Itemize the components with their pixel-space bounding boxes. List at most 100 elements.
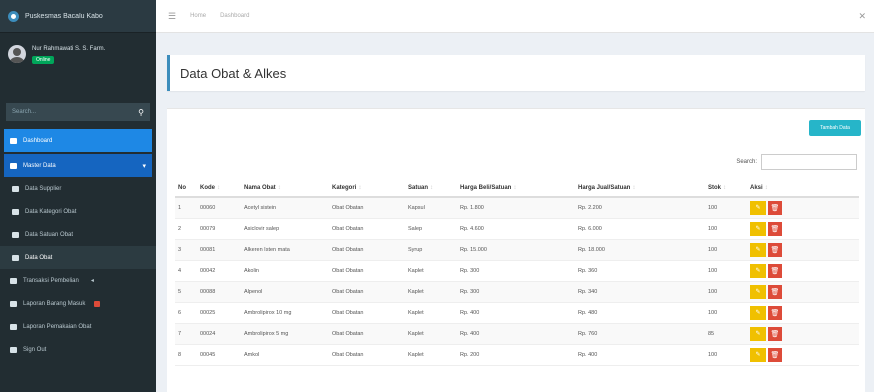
sidebar-search[interactable]: Search... ⚲ (6, 103, 150, 121)
sidebar-item-dashboard[interactable]: Dashboard (4, 129, 152, 152)
sidebar-item-transaksi-pembelian[interactable]: Transaksi Pembelian ◂ (0, 269, 156, 292)
col-header-no[interactable]: No (175, 179, 197, 198)
sort-icon: ↕ (513, 184, 517, 191)
trash-icon: 🗑 (770, 204, 780, 212)
edit-button[interactable]: ✎ (750, 221, 766, 236)
cell-stok: 100 (705, 302, 747, 324)
delete-button[interactable]: 🗑 (768, 242, 782, 257)
search-icon[interactable]: ⚲ (138, 108, 144, 117)
user-panel: Nur Rahmawati S. S. Farm. Online (0, 33, 156, 89)
delete-button[interactable]: 🗑 (768, 347, 782, 362)
delete-button[interactable]: 🗑 (768, 263, 782, 278)
cell-harga-jual: Rp. 2.200 (575, 197, 705, 219)
sort-icon: ↕ (430, 184, 434, 191)
sidebar-item-data-obat[interactable]: Data Obat (0, 246, 156, 269)
delete-button[interactable]: 🗑 (768, 221, 782, 236)
cell-kategori: Obat Obatan (329, 239, 405, 261)
sidebar-item-label: Data Satuan Obat (25, 231, 74, 238)
avatar (8, 45, 26, 63)
cell-harga-jual: Rp. 360 (575, 260, 705, 282)
sidebar-search-input[interactable]: Search... (12, 109, 36, 115)
cell-stok: 100 (705, 281, 747, 303)
edit-icon: ✎ (755, 247, 761, 253)
sidebar-item-master-data[interactable]: Master Data ▾ (4, 154, 152, 177)
app-brand[interactable]: Puskesmas Bacalu Kabo (0, 0, 156, 33)
cell-aksi: ✎ 🗑 (747, 218, 859, 240)
col-header-harga-beli[interactable]: Harga Beli/Satuan ↕ (457, 179, 575, 198)
table-search-input[interactable] (761, 154, 857, 170)
table-row: 2 00079 Asiclovir salep Obat Obatan Salep Rp.… (175, 218, 859, 240)
cell-aksi: ✎ 🗑 (747, 344, 859, 366)
edit-icon: ✎ (755, 310, 761, 316)
cell-kode: 00088 (197, 281, 241, 303)
edit-button[interactable]: ✎ (750, 305, 766, 320)
col-header-kategori[interactable]: Kategori ↕ (329, 179, 405, 198)
cell-kode: 00025 (197, 302, 241, 324)
col-header-harga-jual[interactable]: Harga Jual/Satuan ↕ (575, 179, 705, 198)
delete-button[interactable]: 🗑 (768, 326, 782, 341)
table-body: 1 00060 Acetyl sistein Obat Obatan Kapsul Rp.… (175, 197, 859, 366)
cell-kategori: Obat Obatan (329, 197, 405, 219)
delete-button[interactable]: 🗑 (768, 305, 782, 320)
edit-button[interactable]: ✎ (750, 284, 766, 299)
search-label: Search: (736, 159, 757, 165)
col-header-nama-obat[interactable]: Nama Obat ↕ (241, 179, 329, 198)
sidebar-item-data-kategori-obat[interactable]: Data Kategori Obat (0, 200, 156, 223)
cell-kategori: Obat Obatan (329, 260, 405, 282)
edit-button[interactable]: ✎ (750, 200, 766, 215)
sidebar-item-sign-out[interactable]: Sign Out (0, 338, 156, 361)
breadcrumb-home[interactable]: Home (190, 13, 206, 19)
col-header-stok[interactable]: Stok ↕ (705, 179, 747, 198)
cell-nama-obat: Ambrolipirox 5 mg (241, 323, 329, 345)
col-header-satuan[interactable]: Satuan ↕ (405, 179, 457, 198)
breadcrumb-dashboard[interactable]: Dashboard (220, 13, 249, 19)
cell-no: 8 (175, 344, 197, 366)
cell-no: 1 (175, 197, 197, 219)
edit-button[interactable]: ✎ (750, 347, 766, 362)
delete-button[interactable]: 🗑 (768, 284, 782, 299)
trash-icon: 🗑 (770, 267, 780, 275)
sidebar-item-data-supplier[interactable]: Data Supplier (0, 177, 156, 200)
col-header-kode[interactable]: Kode ↕ (197, 179, 241, 198)
cell-nama-obat: Alpenol (241, 281, 329, 303)
trash-icon: 🗑 (770, 246, 780, 254)
cell-kode: 00045 (197, 344, 241, 366)
cell-no: 5 (175, 281, 197, 303)
sidebar-item-data-satuan-obat[interactable]: Data Satuan Obat (0, 223, 156, 246)
trash-icon: 🗑 (770, 351, 780, 359)
row-actions: ✎ 🗑 (750, 242, 859, 257)
edit-button[interactable]: ✎ (750, 263, 766, 278)
sidebar-item-laporan-barang-masuk[interactable]: Laporan Barang Masuk (0, 292, 156, 315)
cell-stok: 100 (705, 239, 747, 261)
sort-icon: ↕ (632, 184, 636, 191)
delete-button[interactable]: 🗑 (768, 200, 782, 215)
menu-toggle-icon[interactable]: ☰ (168, 11, 176, 22)
close-icon[interactable]: ✕ (858, 11, 866, 22)
content-card: Tambah Data Search: No Kode ↕ Nama Obat ↕ … (167, 108, 865, 392)
table-row: 7 00024 Ambrolipirox 5 mg Obat Obatan Kaplet… (175, 323, 859, 345)
cell-kode: 00079 (197, 218, 241, 240)
edit-button[interactable]: ✎ (750, 242, 766, 257)
cell-no: 6 (175, 302, 197, 324)
cell-harga-beli: Rp. 200 (457, 344, 575, 366)
sidebar-item-label: Dashboard (23, 137, 53, 144)
cell-harga-jual: Rp. 480 (575, 302, 705, 324)
dashboard-icon (10, 137, 17, 144)
obat-table: No Kode ↕ Nama Obat ↕ Kategori ↕ Satuan ↕ Ha… (175, 179, 859, 366)
row-actions: ✎ 🗑 (750, 347, 859, 362)
cell-harga-jual: Rp. 6.000 (575, 218, 705, 240)
cell-harga-beli: Rp. 15.000 (457, 239, 575, 261)
edit-button[interactable]: ✎ (750, 326, 766, 341)
cell-satuan: Kapsul (405, 197, 457, 219)
folder-icon (10, 162, 17, 169)
row-actions: ✎ 🗑 (750, 326, 859, 341)
sort-icon: ↕ (217, 184, 220, 191)
table-row: 6 00025 Ambrolipirox 10 mg Obat Obatan Kaple… (175, 302, 859, 324)
sort-icon: ↕ (764, 184, 768, 191)
sidebar-item-label: Master Data (23, 162, 56, 169)
table-header-row: No Kode ↕ Nama Obat ↕ Kategori ↕ Satuan ↕ Ha… (175, 179, 859, 198)
sidebar-item-laporan-pemakaian-obat[interactable]: Laporan Pemakaian Obat (0, 315, 156, 338)
cell-kode: 00024 (197, 323, 241, 345)
add-data-button[interactable]: Tambah Data (809, 120, 861, 136)
col-header-aksi[interactable]: Aksi ↕ (747, 179, 859, 198)
